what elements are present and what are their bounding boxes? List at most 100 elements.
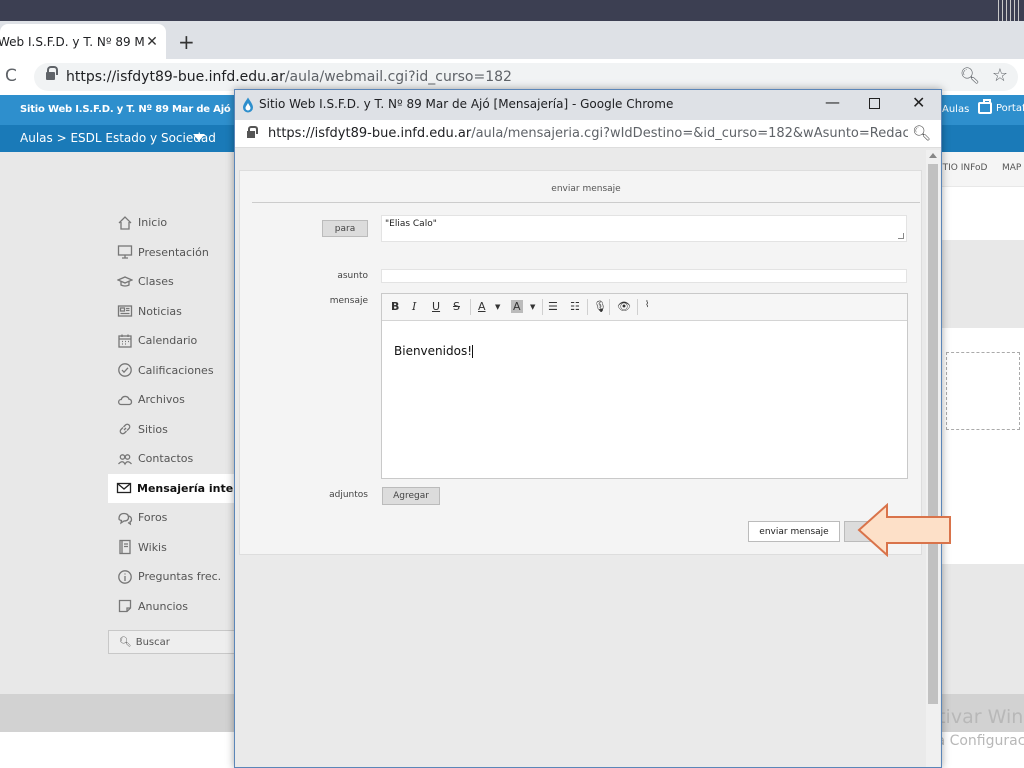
para-button[interactable]: para — [322, 220, 368, 237]
popup-scrollbar[interactable] — [926, 150, 940, 767]
site-name[interactable]: Sitio Web I.S.F.D. y T. Nº 89 Mar de Ajó — [20, 104, 231, 115]
highlight-color-icon[interactable]: A — [511, 300, 523, 313]
text-cursor — [472, 345, 473, 358]
tab-close-icon[interactable]: ✕ — [144, 34, 160, 50]
menu-item-mensajeria[interactable]: Mensajería interna — [108, 473, 254, 503]
popup-url-path: /aula/mensajeria.cgi?wIdDestino=&id_curs… — [471, 126, 908, 141]
menu-item-noticias[interactable]: Noticias — [108, 297, 234, 327]
check-circle-icon — [116, 362, 133, 379]
bold-icon[interactable]: B — [391, 300, 399, 313]
cloud-icon — [116, 391, 133, 408]
contacts-icon — [116, 450, 133, 467]
menu-item-calificaciones[interactable]: Calificaciones — [108, 356, 234, 386]
right-tabs: ITIO INFoD MAP — [940, 152, 1024, 186]
menu-item-label: Presentación — [138, 245, 209, 259]
note-icon — [116, 598, 133, 615]
form-header: enviar mensaje — [252, 179, 920, 203]
popup-titlebar[interactable]: Sitio Web I.S.F.D. y T. Nº 89 Mar de Ajó… — [235, 90, 941, 120]
microphone-icon[interactable]: 🎙︎ — [593, 300, 607, 313]
briefcase-icon — [978, 99, 992, 114]
close-icon[interactable]: ✕ — [912, 93, 925, 112]
menu-item-label: Contactos — [138, 452, 194, 466]
search-input[interactable]: 🔍︎ Buscar — [108, 630, 236, 654]
url-path: /aula/webmail.cgi?id_curso=182 — [284, 69, 512, 85]
browser-tab[interactable]: Web I.S.F.D. y T. Nº 89 Mar d ✕ — [0, 24, 166, 59]
message-editor[interactable]: B I U S A ▼ A ▼ ☰ ☷ 🎙︎ 👁︎ ⌇ Bienvenidos! — [381, 293, 908, 479]
underline-icon[interactable]: U — [432, 300, 440, 313]
scroll-up-icon[interactable] — [929, 153, 937, 158]
chevron-down-icon[interactable]: ▼ — [495, 303, 500, 311]
recipient-field[interactable]: "Elias Calo" — [381, 215, 907, 242]
menu-item-label: Archivos — [138, 393, 185, 407]
menu-item-preguntas[interactable]: Preguntas frec. — [108, 562, 234, 592]
tab-mapa[interactable]: MAP — [1002, 163, 1021, 173]
menu-item-label: Wikis — [138, 540, 167, 554]
send-message-button[interactable]: enviar mensaje — [748, 521, 840, 542]
format-clean-icon[interactable]: ⌇ — [645, 300, 649, 310]
calendar-icon — [116, 332, 133, 349]
chat-bubbles-icon — [116, 509, 133, 526]
menu-item-label: Inicio — [138, 216, 168, 230]
url-host: https://isfdyt89-bue.infd.edu.ar — [66, 69, 285, 85]
new-tab-icon[interactable]: + — [178, 30, 195, 54]
menu-item-contactos[interactable]: Contactos — [108, 444, 234, 474]
popup-address-bar[interactable]: https://isfdyt89-bue.infd.edu.ar/aula/me… — [235, 120, 941, 148]
breadcrumb[interactable]: Aulas > ESDL Estado y Sociedad — [20, 131, 216, 145]
pointer-arrow-icon — [857, 503, 951, 557]
menu-item-sitios[interactable]: Sitios — [108, 415, 234, 445]
right-panel-top — [940, 187, 1024, 240]
popup-url[interactable]: https://isfdyt89-bue.infd.edu.ar/aula/me… — [268, 126, 908, 141]
reload-icon[interactable]: C — [5, 66, 17, 86]
popup-title: Sitio Web I.S.F.D. y T. Nº 89 Mar de Ajó… — [259, 97, 674, 111]
scrollbar-thumb[interactable] — [928, 164, 938, 704]
chevron-down-icon[interactable]: ▼ — [530, 303, 535, 311]
menu-item-presentacion[interactable]: Presentación — [108, 238, 234, 268]
mensaje-label: mensaje — [329, 296, 368, 306]
bullet-list-icon[interactable]: ☰ — [548, 300, 558, 313]
menu-item-label: Foros — [138, 511, 168, 525]
menu-item-anuncios[interactable]: Anuncios — [108, 592, 234, 622]
info-icon — [116, 568, 133, 585]
menu-item-label: Clases — [138, 275, 174, 289]
nav-portafolio[interactable]: Portaf — [978, 99, 1024, 114]
nav-portafolio-label: Portaf — [996, 102, 1024, 114]
message-body[interactable]: Bienvenidos! — [394, 344, 473, 358]
preview-eye-icon[interactable]: 👁︎ — [617, 300, 631, 313]
zoom-icon[interactable]: 🔍︎ — [912, 124, 931, 142]
menu-item-foros[interactable]: Foros — [108, 503, 234, 533]
tab-sitio-infod[interactable]: ITIO INFoD — [940, 163, 987, 173]
compose-popup-window: Sitio Web I.S.F.D. y T. Nº 89 Mar de Ajó… — [234, 89, 942, 768]
menu-item-calendario[interactable]: Calendario — [108, 326, 234, 356]
bookmark-star-icon[interactable]: ☆ — [992, 65, 1008, 86]
menu-item-inicio[interactable]: Inicio — [108, 208, 234, 238]
resize-grip-icon[interactable] — [898, 233, 904, 239]
browser-tabstrip: Web I.S.F.D. y T. Nº 89 Mar d ✕ + — [0, 21, 1024, 59]
text-color-icon[interactable]: A — [478, 300, 486, 313]
browser-toolbar: C https://isfdyt89-bue.infd.edu.ar/aula/… — [0, 59, 1024, 93]
address-url[interactable]: https://isfdyt89-bue.infd.edu.ar/aula/we… — [66, 69, 512, 85]
strikethrough-icon[interactable]: S — [453, 300, 460, 313]
menu-item-wikis[interactable]: Wikis — [108, 533, 234, 563]
side-menu: Inicio Presentación Clases Noticias Cale… — [108, 208, 254, 622]
address-bar[interactable]: https://isfdyt89-bue.infd.edu.ar/aula/we… — [34, 63, 1018, 91]
numbered-list-icon[interactable]: ☷ — [570, 300, 580, 313]
lock-icon — [247, 126, 258, 139]
subject-field[interactable] — [381, 269, 907, 283]
adjuntos-label: adjuntos — [329, 490, 368, 500]
graduation-cap-icon — [116, 273, 133, 290]
toolbar-separator — [609, 299, 610, 315]
lock-icon — [46, 66, 58, 81]
menu-item-clases[interactable]: Clases — [108, 267, 234, 297]
minimize-icon[interactable]: — — [825, 93, 840, 111]
italic-icon[interactable]: I — [412, 300, 416, 313]
menu-item-archivos[interactable]: Archivos — [108, 385, 234, 415]
menu-item-label: Noticias — [138, 304, 182, 318]
menu-item-label: Anuncios — [138, 599, 189, 613]
zoom-icon[interactable]: 🔍︎ — [960, 66, 980, 85]
menu-item-label: Calendario — [138, 334, 198, 348]
maximize-icon[interactable] — [869, 98, 880, 109]
chevron-down-icon[interactable] — [193, 134, 205, 141]
nav-aulas[interactable]: Aulas — [942, 104, 969, 115]
search-icon: 🔍︎ — [119, 636, 132, 648]
add-attachment-button[interactable]: Agregar — [382, 487, 440, 505]
